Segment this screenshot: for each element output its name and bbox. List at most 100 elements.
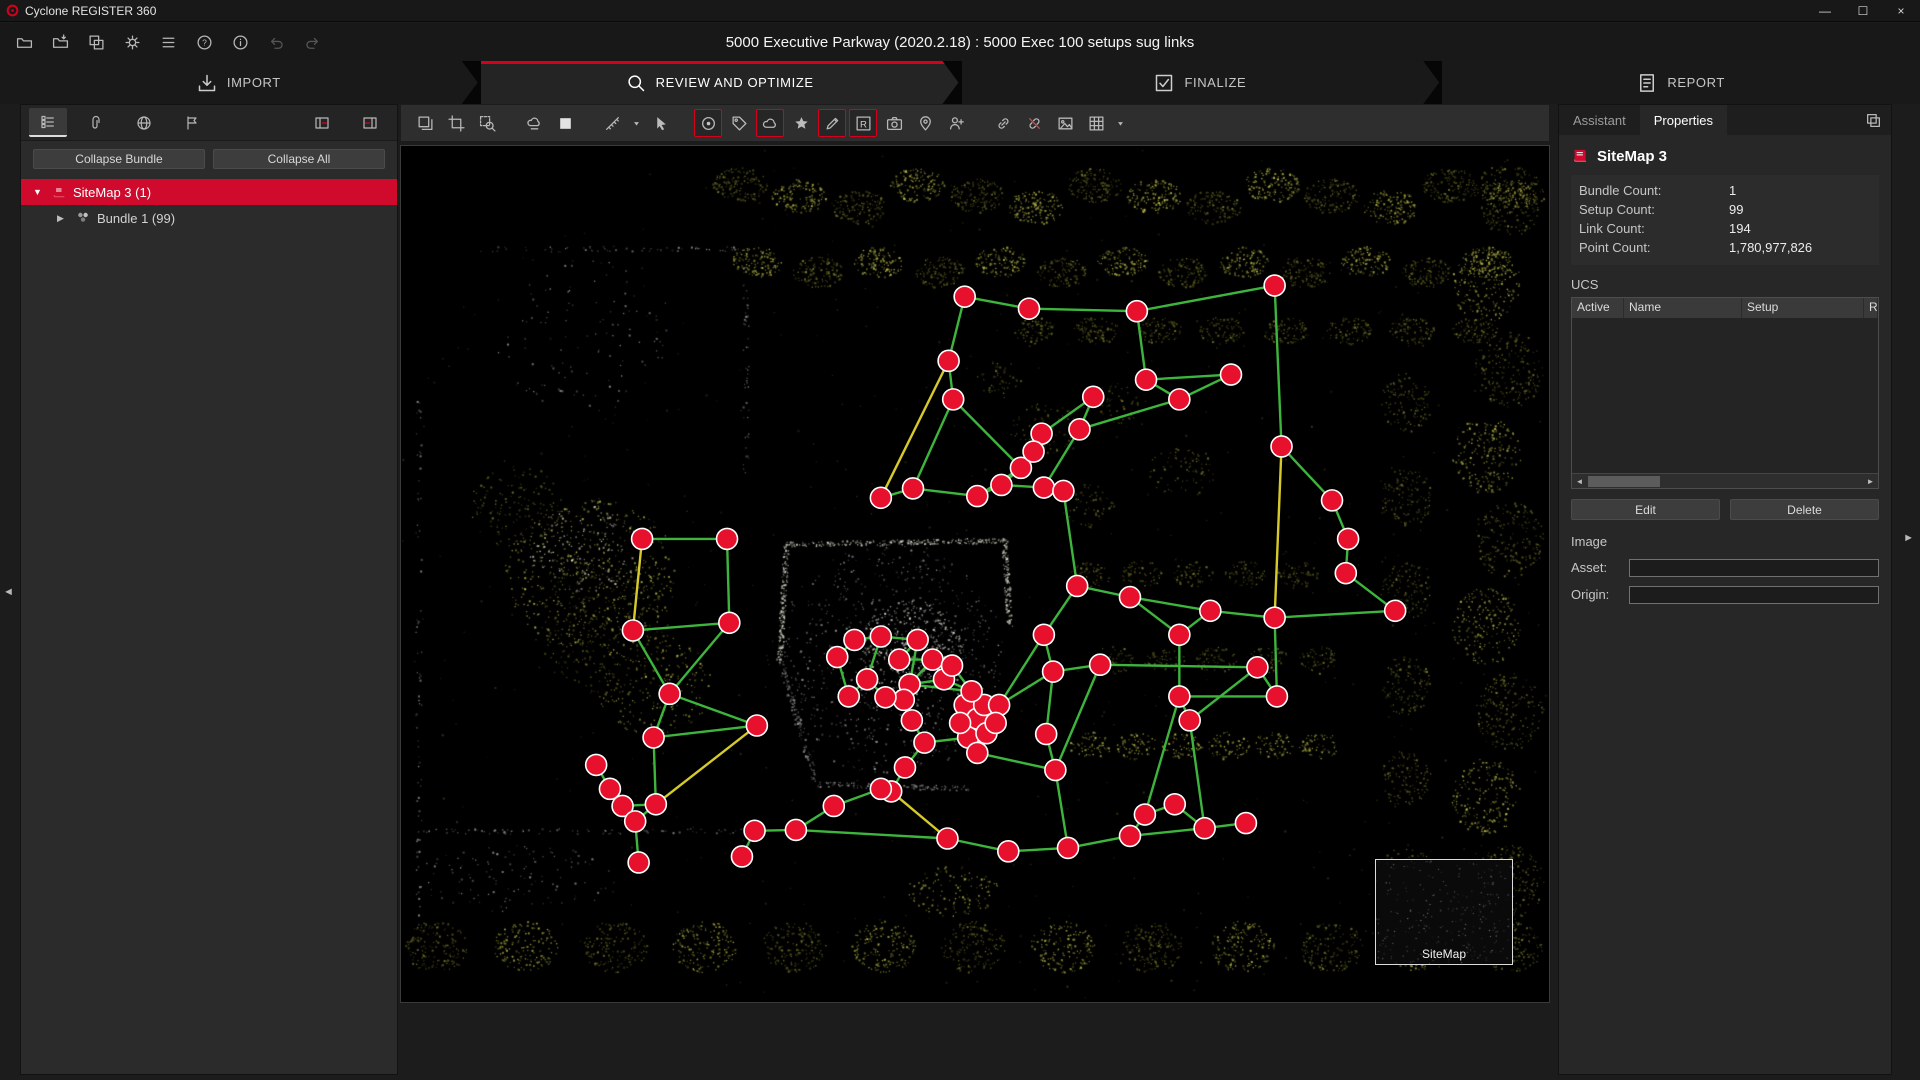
setup-node[interactable]	[827, 647, 848, 668]
create-link-button[interactable]	[989, 109, 1017, 137]
setup-node[interactable]	[744, 820, 765, 841]
setup-node[interactable]	[870, 487, 891, 508]
setup-link[interactable]	[1275, 286, 1282, 447]
undo-button[interactable]	[262, 28, 290, 56]
setup-link[interactable]	[1190, 720, 1205, 828]
sitemap-thumbnail[interactable]: SiteMap	[1375, 859, 1513, 965]
about-info-button[interactable]	[226, 28, 254, 56]
setup-link[interactable]	[1063, 491, 1077, 586]
setup-link[interactable]	[633, 623, 729, 631]
origin-input[interactable]	[1629, 586, 1879, 604]
dock-panel-left-button[interactable]	[303, 108, 341, 137]
setup-node[interactable]	[731, 846, 752, 867]
setup-node[interactable]	[870, 778, 891, 799]
setup-link[interactable]	[654, 726, 757, 738]
setup-node[interactable]	[1179, 710, 1200, 731]
ucs-delete-button[interactable]: Delete	[1730, 499, 1879, 520]
screenshot-camera-button[interactable]	[880, 109, 908, 137]
setup-node[interactable]	[914, 732, 935, 753]
zoom-window-button[interactable]	[473, 109, 501, 137]
setup-node[interactable]	[1169, 624, 1190, 645]
setup-node[interactable]	[1090, 654, 1111, 675]
scrollbar-thumb[interactable]	[1588, 476, 1660, 487]
setup-node[interactable]	[785, 819, 806, 840]
geotag-pin-button[interactable]	[911, 109, 939, 137]
setup-node[interactable]	[985, 712, 1006, 733]
setup-node[interactable]	[1057, 837, 1078, 858]
setup-node[interactable]	[903, 478, 924, 499]
setup-node[interactable]	[894, 757, 915, 778]
setup-node[interactable]	[1247, 657, 1268, 678]
setup-node[interactable]	[893, 689, 914, 710]
setup-node[interactable]	[628, 852, 649, 873]
panel-tab-web-geotags[interactable]	[125, 108, 163, 137]
setup-node[interactable]	[1164, 794, 1185, 815]
ucs-edit-button[interactable]: Edit	[1571, 499, 1720, 520]
setup-node[interactable]	[1194, 818, 1215, 839]
setup-node[interactable]	[1264, 275, 1285, 296]
show-cloud-button[interactable]	[756, 109, 784, 137]
setup-node[interactable]	[719, 612, 740, 633]
event-log-button[interactable]	[154, 28, 182, 56]
image-overlay-button[interactable]	[1051, 109, 1079, 137]
setup-node[interactable]	[1266, 686, 1287, 707]
setup-link[interactable]	[1055, 770, 1068, 848]
tree-item-bundle-1-99-[interactable]: ▶Bundle 1 (99)	[21, 205, 397, 231]
setup-node[interactable]	[998, 841, 1019, 862]
setup-node[interactable]	[1322, 490, 1343, 511]
dock-panel-right-button[interactable]	[351, 108, 389, 137]
pick-select-button[interactable]	[647, 109, 675, 137]
asset-input[interactable]	[1629, 559, 1879, 577]
setup-node[interactable]	[1200, 600, 1221, 621]
help-button[interactable]: ?	[190, 28, 218, 56]
setup-link[interactable]	[1275, 611, 1396, 618]
setup-node[interactable]	[1119, 587, 1140, 608]
setup-link[interactable]	[953, 399, 1021, 467]
workflow-tab-import[interactable]: IMPORT	[0, 61, 478, 104]
collapse-bundle-button[interactable]: Collapse Bundle	[33, 149, 205, 169]
setup-node[interactable]	[1134, 804, 1155, 825]
setup-link[interactable]	[796, 830, 948, 839]
setup-node[interactable]	[844, 629, 865, 650]
expand-right-arrow[interactable]: ►	[1903, 532, 1914, 544]
setup-node[interactable]	[1036, 724, 1057, 745]
setup-node[interactable]	[942, 655, 963, 676]
setup-node[interactable]	[1126, 301, 1147, 322]
setup-node[interactable]	[1023, 441, 1044, 462]
setup-node[interactable]	[961, 681, 982, 702]
setup-node[interactable]	[1385, 600, 1406, 621]
measure-button[interactable]	[598, 109, 626, 137]
setup-node[interactable]	[1033, 624, 1054, 645]
cloud-constraint-button[interactable]	[520, 109, 548, 137]
setup-node[interactable]	[838, 686, 859, 707]
setup-link[interactable]	[670, 623, 730, 694]
setup-link[interactable]	[633, 539, 642, 631]
setup-node[interactable]	[1045, 760, 1066, 781]
minimize-button[interactable]: —	[1806, 0, 1844, 22]
setup-link[interactable]	[999, 635, 1044, 705]
panel-tab-assistant[interactable]: Assistant	[1559, 105, 1640, 135]
expand-arrow-icon[interactable]: ▶	[57, 213, 73, 224]
setup-link[interactable]	[656, 726, 757, 805]
grid-display-button[interactable]	[1082, 109, 1110, 137]
manage-panels-button[interactable]	[82, 28, 110, 56]
setup-node[interactable]	[922, 649, 943, 670]
setup-node[interactable]	[746, 715, 767, 736]
setup-node[interactable]	[1271, 436, 1292, 457]
setup-node[interactable]	[1053, 480, 1074, 501]
setup-node[interactable]	[1221, 364, 1242, 385]
setup-node[interactable]	[943, 389, 964, 410]
collapse-arrow-icon[interactable]: ▼	[33, 187, 49, 197]
panel-layout-button[interactable]	[1855, 105, 1891, 135]
panel-tab-quality-flags[interactable]	[173, 108, 211, 137]
show-setups-button[interactable]	[694, 109, 722, 137]
setup-node[interactable]	[1067, 575, 1088, 596]
open-folder-button[interactable]	[10, 28, 38, 56]
setup-node[interactable]	[938, 350, 959, 371]
setup-link[interactable]	[1137, 286, 1275, 312]
setup-node[interactable]	[967, 486, 988, 507]
setup-link[interactable]	[977, 753, 1055, 770]
fit-region-button[interactable]	[442, 109, 470, 137]
setup-node[interactable]	[901, 710, 922, 731]
setup-link[interactable]	[913, 399, 953, 488]
